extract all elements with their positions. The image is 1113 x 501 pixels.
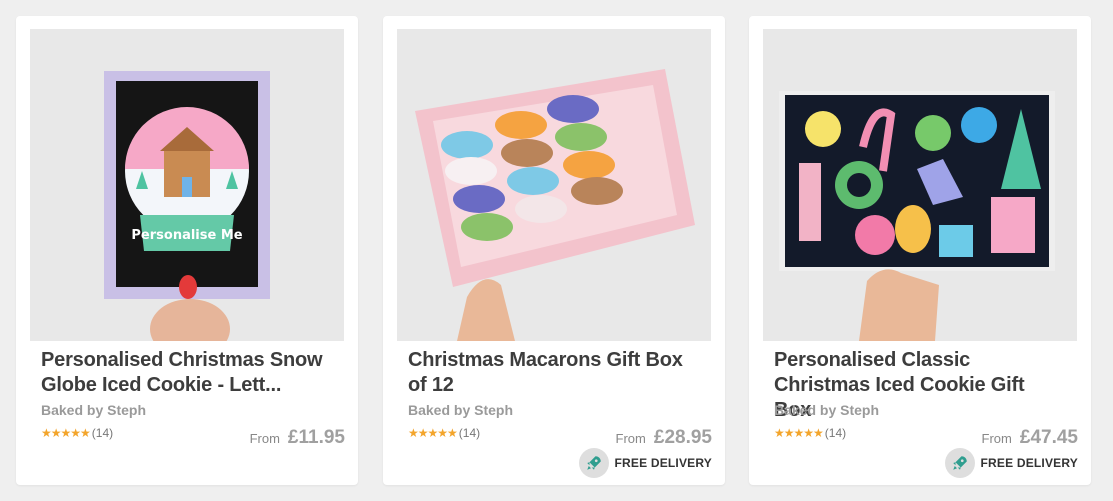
- product-card[interactable]: Christmas Macarons Gift Box of 12 Baked …: [383, 16, 725, 485]
- delivery-label: FREE DELIVERY: [614, 456, 712, 470]
- rocket-icon: [579, 448, 610, 478]
- seller-name[interactable]: Baked by Steph: [408, 402, 513, 418]
- seller-name[interactable]: Baked by Steph: [774, 402, 879, 418]
- product-price: From £11.95: [250, 427, 345, 449]
- product-price: From £28.95: [616, 427, 712, 449]
- cookie-lettering: Personalise Me: [131, 228, 242, 243]
- delivery-label: FREE DELIVERY: [980, 456, 1078, 470]
- price-amount: £11.95: [287, 427, 345, 448]
- product-rating: ★★★★★ (14): [774, 426, 846, 440]
- free-delivery-badge: FREE DELIVERY: [945, 448, 1078, 478]
- price-amount: £47.45: [1019, 427, 1078, 448]
- product-image[interactable]: Personalise Me: [30, 29, 344, 341]
- price-from-label: From: [615, 431, 646, 446]
- product-card[interactable]: Personalise Me Personalised Christmas Sn…: [16, 16, 358, 485]
- review-count: (14): [458, 426, 481, 440]
- seller-name[interactable]: Baked by Steph: [41, 402, 146, 418]
- product-title[interactable]: Christmas Macarons Gift Box of 12: [408, 348, 698, 398]
- product-image[interactable]: [397, 29, 711, 341]
- review-count: (14): [824, 426, 847, 440]
- price-from-label: From: [981, 431, 1012, 446]
- free-delivery-badge: FREE DELIVERY: [579, 448, 712, 478]
- star-rating-icon: ★★★★★: [774, 426, 824, 440]
- product-title[interactable]: Personalised Christmas Snow Globe Iced C…: [41, 348, 331, 398]
- product-price: From £47.45: [982, 427, 1078, 449]
- product-card[interactable]: Personalised Classic Christmas Iced Cook…: [749, 16, 1091, 485]
- product-rating: ★★★★★ (14): [41, 426, 113, 440]
- product-image[interactable]: [763, 29, 1077, 341]
- star-rating-icon: ★★★★★: [41, 426, 91, 440]
- product-rating: ★★★★★ (14): [408, 426, 480, 440]
- price-amount: £28.95: [653, 427, 712, 448]
- snow-globe-cookie-photo: Personalise Me: [30, 29, 344, 341]
- rocket-icon: [945, 448, 976, 478]
- price-from-label: From: [249, 431, 280, 446]
- review-count: (14): [91, 426, 114, 440]
- star-rating-icon: ★★★★★: [408, 426, 458, 440]
- macarons-gift-box-photo: [397, 29, 711, 341]
- christmas-cookie-gift-box-photo: [763, 29, 1077, 341]
